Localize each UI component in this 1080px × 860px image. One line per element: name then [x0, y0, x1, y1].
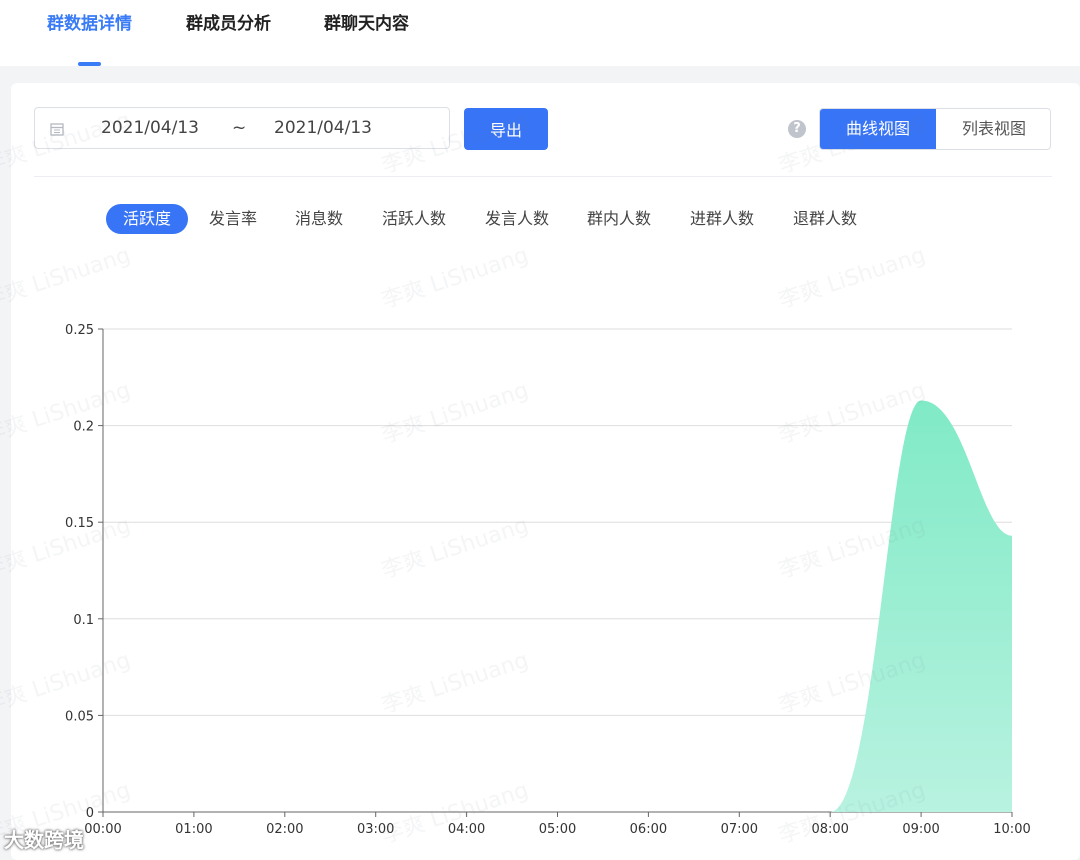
x-tick-label: 09:00 [902, 822, 939, 837]
x-tick-label: 07:00 [721, 822, 758, 837]
x-tick-label: 05:00 [539, 822, 576, 837]
x-tick-label: 08:00 [811, 822, 848, 837]
activity-area-chart: 0 0.05 0.1 0.15 0.2 0.25 00:00 01:00 02:00 03:00 0… [65, 323, 1031, 837]
y-tick-label: 0.2 [73, 420, 94, 435]
activity-area-series [830, 400, 1012, 812]
y-tick-label: 0.1 [73, 613, 94, 628]
x-tick-label: 10:00 [993, 822, 1030, 837]
x-tick-label: 03:00 [357, 822, 394, 837]
y-tick-label: 0 [86, 806, 94, 821]
y-tick-label: 0.15 [65, 516, 94, 531]
y-tick-label: 0.05 [65, 709, 94, 724]
x-tick-label: 04:00 [448, 822, 485, 837]
x-tick-label: 01:00 [175, 822, 212, 837]
x-tick-label: 00:00 [84, 822, 121, 837]
footer-logo: 大数跨境 [4, 828, 84, 852]
x-tick-label: 02:00 [266, 822, 303, 837]
y-tick-label: 0.25 [65, 323, 94, 338]
x-tick-label: 06:00 [630, 822, 667, 837]
